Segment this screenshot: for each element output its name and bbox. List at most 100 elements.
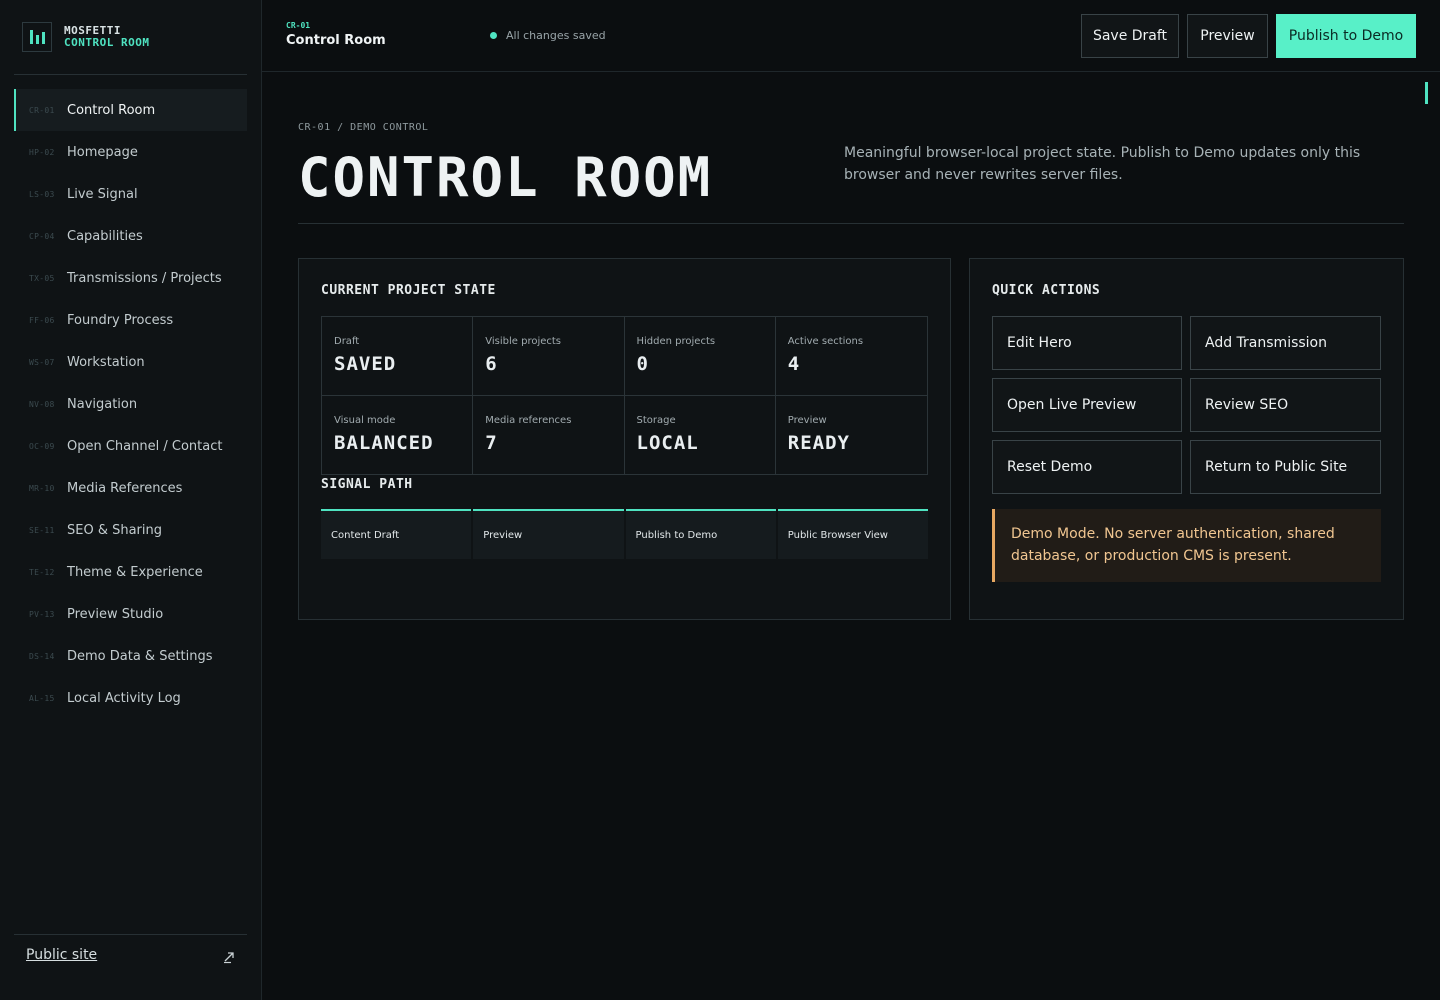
open-live-preview-button[interactable]: Open Live Preview — [992, 378, 1182, 432]
sidebar-item-transmissions[interactable]: TX-05 Transmissions / Projects — [14, 257, 247, 299]
sidebar-item-live-signal[interactable]: LS-03 Live Signal — [14, 173, 247, 215]
nav-label: Demo Data & Settings — [67, 648, 213, 664]
sidebar-item-workstation[interactable]: WS-07 Workstation — [14, 341, 247, 383]
sidebar-item-local-activity-log[interactable]: AL-15 Local Activity Log — [14, 677, 247, 719]
nav-code: MR-10 — [29, 483, 55, 493]
nav-label: Foundry Process — [67, 312, 174, 328]
signal-step-content-draft: Content Draft — [321, 509, 472, 559]
sidebar-item-open-channel[interactable]: OC-09 Open Channel / Contact — [14, 425, 247, 467]
sidebar-item-seo-sharing[interactable]: SE-11 SEO & Sharing — [14, 509, 247, 551]
sidebar-item-theme-experience[interactable]: TE-12 Theme & Experience — [14, 551, 247, 593]
nav-code: FF-06 — [29, 315, 55, 325]
nav-code: LS-03 — [29, 189, 55, 199]
cell-value: BALANCED — [334, 431, 434, 454]
nav-code: SE-11 — [29, 525, 55, 535]
nav-label: Open Channel / Contact — [67, 438, 223, 454]
publish-to-demo-button[interactable]: Publish to Demo — [1276, 14, 1416, 58]
nav-code: PV-13 — [29, 609, 55, 619]
state-cell-visible-projects: Visible projects 6 — [473, 317, 625, 396]
bar-chart-logo-icon — [22, 22, 52, 52]
cell-label: Preview — [787, 414, 827, 426]
page-code: CR-01 — [286, 21, 311, 30]
state-cell-storage: Storage LOCAL — [625, 395, 776, 474]
topbar: CR-01 Control Room All changes saved Sav… — [262, 0, 1440, 72]
reset-demo-button[interactable]: Reset Demo — [992, 440, 1182, 494]
edit-hero-button[interactable]: Edit Hero — [992, 316, 1182, 370]
cell-value: SAVED — [334, 353, 397, 375]
brand-line-2: CONTROL ROOM — [64, 36, 150, 49]
state-cell-preview: Preview READY — [776, 396, 927, 475]
nav-code: TE-12 — [29, 567, 55, 577]
signal-step-preview: Preview — [473, 509, 624, 559]
external-link-icon[interactable] — [222, 950, 236, 964]
nav-label: Workstation — [67, 354, 145, 370]
nav-code: AL-15 — [29, 693, 55, 703]
demo-mode-notice: Demo Mode. No server authentication, sha… — [992, 509, 1381, 582]
cell-label: Storage — [636, 414, 676, 426]
cell-value: 0 — [636, 353, 649, 375]
nav-label: Preview Studio — [67, 606, 164, 622]
signal-path-title: SIGNAL PATH — [321, 477, 413, 492]
sidebar-item-demo-data-settings[interactable]: DS-14 Demo Data & Settings — [14, 635, 247, 677]
nav-label: Theme & Experience — [67, 564, 203, 580]
status-dot-icon — [490, 32, 497, 39]
sidebar-item-capabilities[interactable]: CP-04 Capabilities — [14, 215, 247, 257]
hero-description: Meaningful browser-local project state. … — [844, 145, 1361, 183]
sidebar-divider — [14, 74, 247, 75]
save-status: All changes saved — [490, 29, 606, 42]
signal-step-public-view: Public Browser View — [777, 509, 928, 559]
state-cell-hidden-projects: Hidden projects 0 — [624, 317, 776, 396]
sidebar-item-navigation[interactable]: NV-08 Navigation — [14, 383, 247, 425]
return-to-public-site-button[interactable]: Return to Public Site — [1190, 440, 1381, 494]
cell-label: Draft — [334, 336, 360, 347]
sidebar: MOSFETTI CONTROL ROOM CR-01 Control Room… — [0, 0, 262, 1000]
preview-button[interactable]: Preview — [1187, 14, 1268, 58]
cell-value: 4 — [787, 353, 801, 375]
public-site-link[interactable]: Public site — [26, 947, 97, 963]
nav-label: Navigation — [67, 396, 138, 412]
save-draft-button[interactable]: Save Draft — [1081, 14, 1179, 58]
sidebar-item-media-references[interactable]: MR-10 Media References — [14, 467, 247, 509]
sidebar-nav: CR-01 Control Room HP-02 Homepage LS-03 … — [14, 89, 247, 719]
nav-code: DS-14 — [29, 651, 55, 661]
status-text: All changes saved — [506, 29, 606, 42]
nav-code: TX-05 — [29, 273, 55, 283]
cell-value: 6 — [485, 353, 498, 375]
review-seo-button[interactable]: Review SEO — [1190, 378, 1381, 432]
nav-label: SEO & Sharing — [67, 522, 163, 538]
nav-code: OC-09 — [29, 441, 55, 451]
state-cell-draft: Draft SAVED — [322, 317, 474, 396]
state-cell-active-sections: Active sections 4 — [775, 317, 927, 396]
cell-value: READY — [787, 431, 850, 454]
add-transmission-button[interactable]: Add Transmission — [1190, 316, 1381, 370]
scrollbar-thumb[interactable] — [1425, 82, 1428, 104]
sidebar-item-control-room[interactable]: CR-01 Control Room — [14, 89, 247, 131]
hero-title: CONTROL ROOM — [298, 148, 818, 208]
nav-label: Capabilities — [67, 228, 143, 244]
brand[interactable]: MOSFETTI CONTROL ROOM — [22, 22, 149, 52]
nav-label: Transmissions / Projects — [67, 270, 222, 286]
nav-code: CP-04 — [29, 231, 55, 241]
sidebar-item-foundry-process[interactable]: FF-06 Foundry Process — [14, 299, 247, 341]
nav-code: WS-07 — [29, 357, 55, 367]
nav-label: Homepage — [67, 144, 138, 160]
quick-actions-panel: QUICK ACTIONS Edit Hero Add Transmission… — [969, 258, 1404, 620]
cell-value: LOCAL — [636, 431, 699, 454]
brand-name: MOSFETTI CONTROL ROOM — [64, 25, 149, 49]
nav-label: Local Activity Log — [67, 690, 181, 706]
sidebar-footer-divider — [14, 934, 247, 935]
cell-label: Active sections — [787, 336, 864, 347]
signal-step-publish: Publish to Demo — [625, 509, 776, 559]
quick-actions-grid: Edit Hero Add Transmission Open Live Pre… — [992, 316, 1381, 494]
sidebar-item-preview-studio[interactable]: PV-13 Preview Studio — [14, 593, 247, 635]
nav-label: Media References — [67, 480, 183, 496]
page-title: Control Room — [286, 33, 386, 48]
hero-divider — [298, 223, 1404, 224]
breadcrumb: CR-01 / DEMO CONTROL — [298, 122, 429, 133]
nav-code: HP-02 — [29, 147, 55, 157]
state-cell-visual-mode: Visual mode BALANCED — [322, 395, 474, 474]
cell-label: Media references — [485, 414, 572, 426]
nav-code: CR-01 — [29, 105, 55, 115]
panel-title: CURRENT PROJECT STATE — [321, 283, 496, 298]
sidebar-item-homepage[interactable]: HP-02 Homepage — [14, 131, 247, 173]
